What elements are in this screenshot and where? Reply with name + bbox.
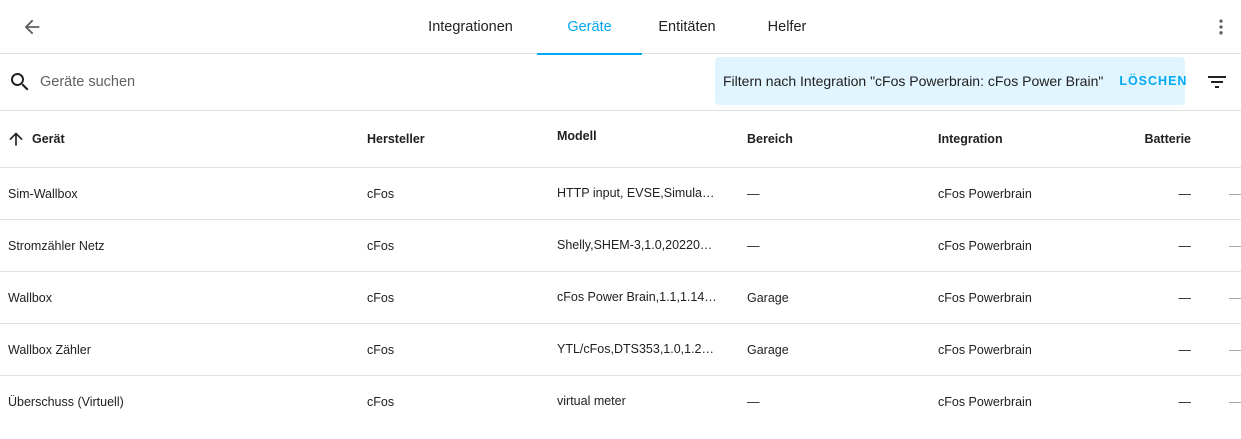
cell-integration: cFos Powerbrain xyxy=(938,342,1032,357)
tab-integrationen[interactable]: Integrationen xyxy=(404,0,537,54)
cell-model: HTTP input, EVSE,Simulati… xyxy=(557,186,717,200)
cell-model: cFos Power Brain,1.1,1.14.… xyxy=(557,290,717,304)
column-header-integration[interactable]: Integration xyxy=(938,111,1128,167)
arrow-up-icon xyxy=(9,132,23,146)
cell-integration: cFos Powerbrain xyxy=(938,238,1032,253)
table-row[interactable]: Stromzähler Netz cFos Shelly,SHEM-3,1.0,… xyxy=(0,220,1241,272)
column-header-geraet[interactable]: Gerät xyxy=(6,111,346,167)
cell-manufacturer: cFos xyxy=(367,290,395,305)
search-icon xyxy=(11,73,29,91)
filter-variant-icon xyxy=(1208,76,1226,88)
cell-extra: — xyxy=(1229,186,1241,201)
cell-battery: — xyxy=(1178,238,1192,253)
top-app-bar: Integrationen Geräte Entitäten Helfer xyxy=(0,0,1241,55)
cell-battery: — xyxy=(1178,186,1192,201)
overflow-menu-button[interactable] xyxy=(1209,13,1233,41)
cell-device-name: Wallbox xyxy=(8,290,52,305)
cell-area: Garage xyxy=(747,342,789,357)
cell-battery: — xyxy=(1178,290,1192,305)
tab-geraete[interactable]: Geräte xyxy=(537,0,642,55)
cell-battery: — xyxy=(1178,394,1192,409)
cell-area: — xyxy=(747,186,760,201)
tab-entitaeten[interactable]: Entitäten xyxy=(642,0,732,54)
table-row[interactable]: Überschuss (Virtuell) cFos virtual meter… xyxy=(0,376,1241,428)
cell-integration: cFos Powerbrain xyxy=(938,394,1032,409)
cell-extra: — xyxy=(1229,394,1241,409)
search-bar: Filtern nach Integration "cFos Powerbrai… xyxy=(0,54,1241,111)
cell-manufacturer: cFos xyxy=(367,238,395,253)
clear-filter-button[interactable]: LÖSCHEN xyxy=(1119,74,1187,88)
tab-helfer[interactable]: Helfer xyxy=(732,0,842,54)
table-row[interactable]: Wallbox Zähler cFos YTL/cFos,DTS353,1.0,… xyxy=(0,324,1241,376)
table-header: Gerät Hersteller Modell Bereich Integrat… xyxy=(0,111,1241,168)
filter-description: Filtern nach Integration "cFos Powerbrai… xyxy=(723,73,1104,89)
cell-battery: — xyxy=(1178,342,1192,357)
search-input[interactable] xyxy=(40,70,440,94)
filter-button[interactable] xyxy=(1205,70,1229,94)
table-row[interactable]: Wallbox cFos cFos Power Brain,1.1,1.14.…… xyxy=(0,272,1241,324)
cell-integration: cFos Powerbrain xyxy=(938,186,1032,201)
tab-bar: Integrationen Geräte Entitäten Helfer xyxy=(404,0,842,55)
cell-manufacturer: cFos xyxy=(367,186,395,201)
cell-model: Shelly,SHEM-3,1.0,202208… xyxy=(557,238,717,252)
cell-device-name: Wallbox Zähler xyxy=(8,342,91,357)
cell-model: YTL/cFos,DTS353,1.0,1.2,… xyxy=(557,342,717,356)
column-label: Gerät xyxy=(32,132,65,146)
active-filter-banner: Filtern nach Integration "cFos Powerbrai… xyxy=(715,57,1187,105)
cell-area: Garage xyxy=(747,290,789,305)
arrow-left-icon xyxy=(24,19,40,35)
cell-model: virtual meter xyxy=(557,394,626,408)
back-button[interactable] xyxy=(18,13,46,41)
column-header-batterie[interactable]: Batterie xyxy=(1140,111,1191,167)
cell-extra: — xyxy=(1229,290,1241,305)
cell-device-name: Sim-Wallbox xyxy=(8,186,78,201)
dots-vertical-icon xyxy=(1219,19,1223,35)
column-header-modell[interactable]: Modell xyxy=(557,111,717,167)
cell-device-name: Stromzähler Netz xyxy=(8,238,105,253)
cell-extra: — xyxy=(1229,342,1241,357)
table-row[interactable]: Sim-Wallbox cFos HTTP input, EVSE,Simula… xyxy=(0,168,1241,220)
cell-integration: cFos Powerbrain xyxy=(938,290,1032,305)
devices-table: Gerät Hersteller Modell Bereich Integrat… xyxy=(0,111,1241,428)
cell-device-name: Überschuss (Virtuell) xyxy=(8,394,124,409)
cell-manufacturer: cFos xyxy=(367,342,395,357)
column-header-bereich[interactable]: Bereich xyxy=(747,111,917,167)
cell-area: — xyxy=(747,394,760,409)
cell-extra: — xyxy=(1229,238,1241,253)
cell-manufacturer: cFos xyxy=(367,394,395,409)
cell-area: — xyxy=(747,238,760,253)
column-header-hersteller[interactable]: Hersteller xyxy=(367,111,537,167)
